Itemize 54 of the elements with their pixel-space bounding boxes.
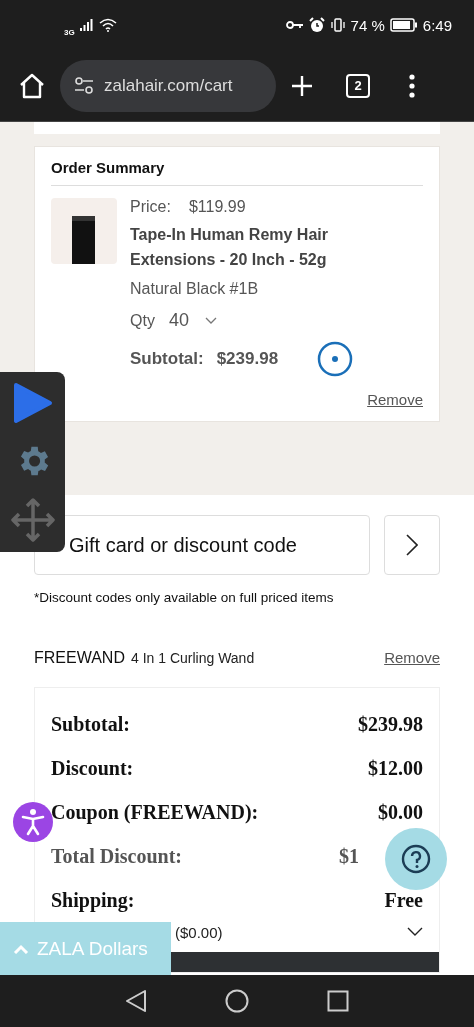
chevron-down-icon bbox=[407, 927, 423, 937]
home-circle-icon[interactable] bbox=[225, 989, 249, 1013]
wifi-icon bbox=[98, 18, 117, 32]
alarm-icon bbox=[308, 17, 325, 33]
network-type: 3G bbox=[64, 27, 75, 37]
total-label: Shipping: bbox=[51, 888, 135, 912]
accessibility-icon[interactable] bbox=[13, 802, 53, 842]
more-menu-icon[interactable] bbox=[408, 73, 416, 98]
play-icon[interactable] bbox=[11, 380, 54, 425]
radio-target-icon bbox=[317, 341, 354, 377]
item-subtotal-label: Subtotal: bbox=[130, 349, 204, 369]
chevron-right-icon bbox=[406, 534, 418, 556]
help-icon bbox=[401, 844, 431, 874]
price-value: $119.99 bbox=[188, 198, 246, 216]
battery-icon bbox=[389, 18, 418, 32]
back-icon[interactable] bbox=[125, 989, 147, 1013]
new-tab-icon[interactable] bbox=[290, 73, 314, 98]
total-value: $1 bbox=[339, 844, 359, 868]
coupon-code: FREEWAND bbox=[34, 649, 125, 667]
key-icon bbox=[285, 20, 304, 30]
quantity-select[interactable]: 40 bbox=[168, 310, 217, 331]
address-bar[interactable]: zalahair.com/cart bbox=[60, 59, 276, 112]
total-value: $12.00 bbox=[368, 756, 423, 780]
clock: 6:49 bbox=[422, 16, 452, 34]
battery-percent: 74 % bbox=[350, 16, 385, 34]
move-icon[interactable] bbox=[9, 497, 56, 544]
tab-count-button[interactable]: 2 bbox=[346, 73, 370, 98]
signal-icon bbox=[79, 19, 94, 31]
total-label: Subtotal: bbox=[51, 712, 130, 736]
item-subtotal-value: $239.98 bbox=[216, 349, 279, 369]
total-value: $0.00 bbox=[378, 800, 423, 824]
total-label: Discount: bbox=[51, 756, 134, 780]
chevron-down-icon bbox=[204, 316, 217, 325]
recents-icon[interactable] bbox=[327, 990, 349, 1012]
product-variant: Natural Black #1B bbox=[130, 280, 260, 298]
remove-coupon-link[interactable]: Remove bbox=[384, 649, 440, 666]
chevron-up-icon bbox=[13, 943, 29, 954]
order-summary-title: Order Summary bbox=[51, 157, 423, 186]
shipping-select[interactable]: ($0.00) bbox=[175, 922, 423, 942]
site-settings-icon[interactable] bbox=[74, 76, 94, 95]
discount-code-field[interactable]: Gift card or discount code bbox=[34, 515, 370, 575]
remove-item-link[interactable]: Remove bbox=[367, 391, 423, 408]
discount-note: *Discount codes only available on full priced items bbox=[34, 590, 335, 605]
total-label: Total Discount: bbox=[51, 844, 182, 868]
total-value: $239.98 bbox=[358, 712, 423, 736]
total-label: Coupon (FREEWAND): bbox=[51, 800, 259, 824]
total-value: Free bbox=[384, 888, 423, 912]
home-icon[interactable] bbox=[18, 71, 46, 100]
vibrate-icon bbox=[329, 18, 346, 32]
quantity-label: Qty bbox=[130, 311, 155, 330]
product-name: Tape-In Human Remy Hair Extensions - 20 Inch - 52g bbox=[130, 225, 329, 270]
coupon-description: 4 In 1 Curling Wand bbox=[130, 650, 255, 666]
url-text: zalahair.com/cart bbox=[104, 75, 233, 96]
price-label: Price: bbox=[130, 198, 171, 216]
